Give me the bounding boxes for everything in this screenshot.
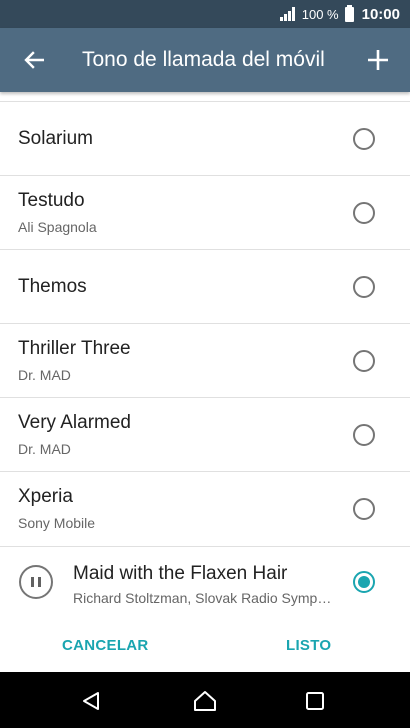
ringtone-title: Very Alarmed bbox=[18, 412, 131, 433]
list-item[interactable]: Themos bbox=[0, 249, 410, 323]
signal-icon bbox=[279, 7, 295, 21]
radio-button[interactable] bbox=[353, 498, 375, 520]
selected-ringtone[interactable]: Maid with the Flaxen Hair Richard Stoltz… bbox=[0, 546, 410, 622]
home-icon bbox=[194, 691, 216, 711]
done-button[interactable]: LISTO bbox=[286, 637, 331, 654]
app-bar: Tono de llamada del móvil bbox=[0, 28, 410, 92]
add-ringtone-button[interactable] bbox=[358, 40, 398, 80]
navigation-bar bbox=[0, 672, 410, 728]
dialog-actions: CANCELAR LISTO bbox=[0, 622, 410, 672]
radio-button[interactable] bbox=[353, 276, 375, 298]
clock: 10:00 bbox=[361, 5, 400, 23]
selected-ringtone-artist: Richard Stoltzman, Slovak Radio Symphony… bbox=[73, 590, 335, 606]
pause-icon bbox=[31, 577, 34, 587]
nav-recents-button[interactable] bbox=[298, 684, 332, 718]
radio-button[interactable] bbox=[353, 128, 375, 150]
nav-back-button[interactable] bbox=[74, 684, 108, 718]
list-item[interactable]: Testudo Ali Spagnola bbox=[0, 175, 410, 249]
ringtone-title: Thriller Three bbox=[18, 338, 131, 359]
back-button[interactable] bbox=[14, 40, 54, 80]
ringtone-artist: Sony Mobile bbox=[18, 515, 96, 531]
ringtone-artist: Ali Spagnola bbox=[18, 219, 97, 235]
ringtone-artist: Dr. MAD bbox=[18, 441, 71, 457]
arrow-left-icon bbox=[24, 51, 44, 69]
radio-button[interactable] bbox=[353, 202, 375, 224]
recents-square-icon bbox=[306, 692, 324, 710]
ringtone-title: Solarium bbox=[18, 128, 93, 149]
ringtone-title: Testudo bbox=[18, 190, 85, 211]
ringtone-title: Themos bbox=[18, 276, 87, 297]
list-item[interactable]: Solarium bbox=[0, 101, 410, 175]
nav-home-button[interactable] bbox=[188, 684, 222, 718]
battery-percent: 100 % bbox=[301, 6, 339, 22]
ringtone-artist: Dr. MAD bbox=[18, 367, 71, 383]
list-item[interactable]: Xperia Sony Mobile bbox=[0, 471, 410, 546]
radio-button[interactable] bbox=[353, 350, 375, 372]
ringtone-list[interactable]: Solarium Testudo Ali Spagnola Themos Thr… bbox=[0, 92, 410, 546]
triangle-back-icon bbox=[83, 692, 99, 710]
selected-ringtone-title: Maid with the Flaxen Hair bbox=[73, 563, 288, 584]
status-bar: 100 % 10:00 bbox=[0, 0, 410, 28]
battery-icon bbox=[344, 4, 354, 22]
pause-icon bbox=[38, 577, 41, 587]
ringtone-title: Xperia bbox=[18, 486, 73, 507]
cancel-button[interactable]: CANCELAR bbox=[62, 637, 149, 654]
radio-button-selected[interactable] bbox=[353, 571, 375, 593]
list-item[interactable]: Thriller Three Dr. MAD bbox=[0, 323, 410, 397]
pause-button[interactable] bbox=[19, 565, 53, 599]
page-title: Tono de llamada del móvil bbox=[82, 48, 325, 71]
list-item[interactable]: Very Alarmed Dr. MAD bbox=[0, 397, 410, 471]
plus-icon bbox=[368, 50, 388, 70]
radio-button[interactable] bbox=[353, 424, 375, 446]
